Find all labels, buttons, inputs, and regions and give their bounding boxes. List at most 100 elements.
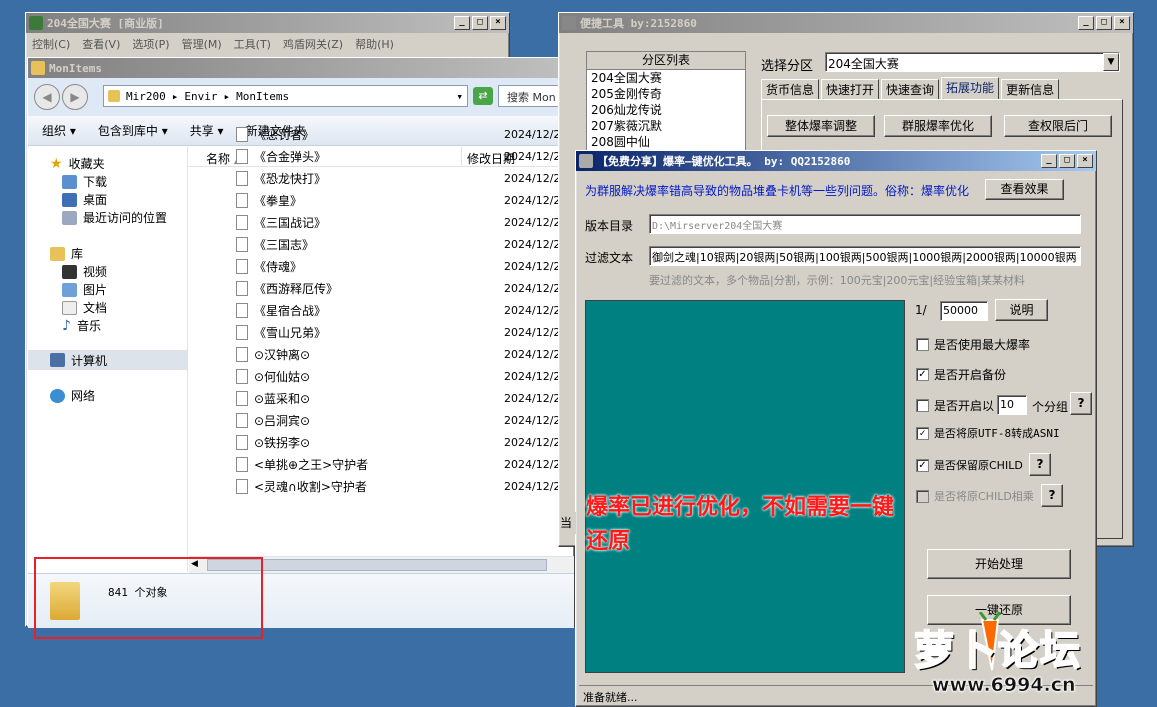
chevron-down-icon[interactable]: ▼	[1103, 53, 1119, 71]
file-row[interactable]: 《三国战记》 2024/12/21 14:15	[236, 211, 599, 233]
tab-updates[interactable]: 更新信息	[1001, 79, 1060, 100]
group-count-input[interactable]: 10	[997, 395, 1027, 415]
breadcrumb-envir[interactable]: Envir	[184, 90, 217, 103]
menu-manage[interactable]: 管理(M)	[182, 36, 222, 51]
nav-documents[interactable]: 文档	[62, 299, 107, 316]
checkbox[interactable]: ✓	[916, 426, 929, 440]
file-row[interactable]: 《雪山兄弟》 2024/12/21 14:15	[236, 321, 599, 343]
watermark-logo: 萝卜论坛 www.6994.cn	[910, 612, 1150, 702]
checkbox[interactable]: ✓	[916, 368, 929, 381]
file-row[interactable]: 《恐龙快打》 2024/12/21 14:15	[236, 167, 599, 189]
breadcrumb-mir200[interactable]: Mir200	[126, 90, 166, 103]
menu-options[interactable]: 选项(P)	[132, 36, 169, 51]
file-row[interactable]: ⊙吕洞宾⊙ 2024/12/21 14:15	[236, 409, 599, 431]
file-row[interactable]: 《星宿合战》 2024/12/21 14:15	[236, 299, 599, 321]
nav-library[interactable]: 库	[50, 245, 83, 262]
close-button[interactable]: ×	[1077, 154, 1093, 168]
overall-drop-rate-button[interactable]: 整体爆率调整	[767, 115, 875, 137]
refresh-button[interactable]: ⇄	[473, 87, 493, 105]
nav-music[interactable]: ♪ 音乐	[62, 317, 101, 334]
nav-recent[interactable]: 最近访问的位置	[62, 209, 167, 226]
option-multiply-child[interactable]: 是否将原CHILD相乘	[916, 488, 1034, 504]
share-menu[interactable]: 共享 ▾	[190, 122, 224, 139]
file-row[interactable]: 《侍魂》 2024/12/21 14:15	[236, 255, 599, 277]
nav-downloads[interactable]: 下载	[62, 173, 107, 190]
address-bar[interactable]: Mir200 ▸ Envir ▸ MonItems ▾	[103, 85, 468, 107]
file-row[interactable]: <灵魂∩收割>守护者 2024/12/21 14:15	[236, 475, 599, 497]
view-effect-button[interactable]: 查看效果	[985, 179, 1064, 200]
partition-item[interactable]: 207紫薇沉默	[591, 118, 745, 134]
check-backdoor-button[interactable]: 查权限后门	[1004, 115, 1112, 137]
checkbox[interactable]	[916, 489, 929, 503]
close-button[interactable]: ×	[490, 16, 506, 30]
minimize-button[interactable]: _	[1041, 154, 1057, 168]
optimizer-titlebar[interactable]: 【免费分享】爆率—键优化工具。 by: QQ2152860 _ □ ×	[576, 151, 1096, 171]
filter-input[interactable]: 御剑之魂|10银两|20银两|50银两|100银两|500银两|1000银两|2…	[649, 246, 1081, 266]
option-utf8-convert[interactable]: ✓ 是否将原UTF-8转成ASNI	[916, 425, 1060, 441]
group-drop-rate-button[interactable]: 群服爆率优化	[884, 115, 992, 137]
partition-item[interactable]: 204全国大赛	[591, 70, 745, 86]
tab-strip: 货币信息 快速打开 快速查询 拓展功能 更新信息	[761, 77, 1060, 100]
help-question-button[interactable]: ?	[1029, 453, 1051, 476]
help-question-button[interactable]: ?	[1070, 392, 1092, 415]
tab-currency[interactable]: 货币信息	[761, 79, 820, 100]
file-row[interactable]: <单挑⊕之王>守护者 2024/12/21 14:15	[236, 453, 599, 475]
option-max-rate[interactable]: 是否使用最大爆率	[916, 336, 1030, 353]
minimize-button[interactable]: _	[1078, 16, 1094, 30]
partition-item[interactable]: 205金刚传奇	[591, 86, 745, 102]
breadcrumb-monitems[interactable]: MonItems	[236, 90, 289, 103]
option-keep-child[interactable]: ✓ 是否保留原CHILD	[916, 457, 1023, 473]
partition-item[interactable]: 206灿龙传说	[591, 102, 745, 118]
checkbox[interactable]: ✓	[916, 458, 929, 472]
help-question-button[interactable]: ?	[1041, 484, 1063, 507]
file-row[interactable]: 《拳皇》 2024/12/21 14:15	[236, 189, 599, 211]
file-row[interactable]: 《西游释厄传》 2024/12/21 14:15	[236, 277, 599, 299]
file-row[interactable]: 《合金弹头》 2024/12/21 14:15	[236, 145, 599, 167]
quick-tools-titlebar[interactable]: 便捷工具 by:2152860 _ □ ×	[559, 13, 1133, 33]
maximize-button[interactable]: □	[1059, 154, 1075, 168]
file-row[interactable]: 《三国志》 2024/12/21 14:15	[236, 233, 599, 255]
menu-help[interactable]: 帮助(H)	[355, 36, 394, 51]
file-row[interactable]: ⊙铁拐李⊙ 2024/12/21 14:15	[236, 431, 599, 453]
menu-view[interactable]: 查看(V)	[82, 36, 120, 51]
back-button[interactable]: ◀	[34, 84, 60, 110]
nav-pictures[interactable]: 图片	[62, 281, 107, 298]
partition-item[interactable]: 208圆中仙	[591, 134, 745, 150]
nav-network[interactable]: 网络	[50, 387, 95, 404]
checkbox[interactable]	[916, 399, 929, 412]
folder-titlebar[interactable]: MonItems	[28, 58, 574, 78]
menu-control[interactable]: 控制(C)	[32, 36, 70, 51]
minimize-button[interactable]: _	[454, 16, 470, 30]
maximize-button[interactable]: □	[472, 16, 488, 30]
close-button[interactable]: ×	[1114, 16, 1130, 30]
option-backup[interactable]: ✓ 是否开启备份	[916, 366, 1006, 383]
file-row[interactable]: ⊙汉钟离⊙ 2024/12/21 14:15	[236, 343, 599, 365]
organize-menu[interactable]: 组织 ▾	[42, 122, 76, 139]
nav-computer[interactable]: 计算机	[28, 350, 187, 370]
ratio-input[interactable]: 50000	[940, 301, 988, 321]
file-row[interactable]: ⊙何仙姑⊙ 2024/12/21 14:15	[236, 365, 599, 387]
file-row[interactable]: 《惩罚者》 2024/12/21 14:15	[236, 123, 599, 145]
explain-button[interactable]: 说明	[995, 299, 1048, 321]
nav-desktop[interactable]: 桌面	[62, 191, 107, 208]
maximize-button[interactable]: □	[1096, 16, 1112, 30]
start-processing-button[interactable]: 开始处理	[927, 549, 1071, 579]
tab-quick-open[interactable]: 快速打开	[821, 79, 880, 100]
quick-tools-title: 便捷工具 by:2152860	[580, 17, 697, 30]
tab-quick-query[interactable]: 快速查询	[881, 79, 940, 100]
nav-video[interactable]: 视频	[62, 263, 107, 280]
chevron-down-icon[interactable]: ▾	[456, 90, 463, 103]
file-row[interactable]: ⊙蓝采和⊙ 2024/12/21 14:15	[236, 387, 599, 409]
menu-tools[interactable]: 工具(T)	[234, 36, 271, 51]
forward-button[interactable]: ▶	[62, 84, 88, 110]
dir-input[interactable]: D:\Mirserver204全国大赛	[649, 214, 1081, 234]
partition-select[interactable]: 204全国大赛 ▼	[825, 52, 1120, 72]
tab-extensions[interactable]: 拓展功能	[941, 77, 1000, 100]
checkbox[interactable]	[916, 338, 929, 351]
menu-gateway[interactable]: 鸡盾网关(Z)	[283, 36, 343, 51]
option-grouping[interactable]: 是否开启以	[916, 397, 994, 414]
nav-favorites[interactable]: ★ 收藏夹	[50, 155, 105, 172]
computer-icon	[50, 353, 65, 367]
explorer-titlebar[interactable]: 204全国大赛 [商业版] _ □ ×	[26, 13, 509, 33]
include-library-menu[interactable]: 包含到库中 ▾	[98, 122, 168, 139]
